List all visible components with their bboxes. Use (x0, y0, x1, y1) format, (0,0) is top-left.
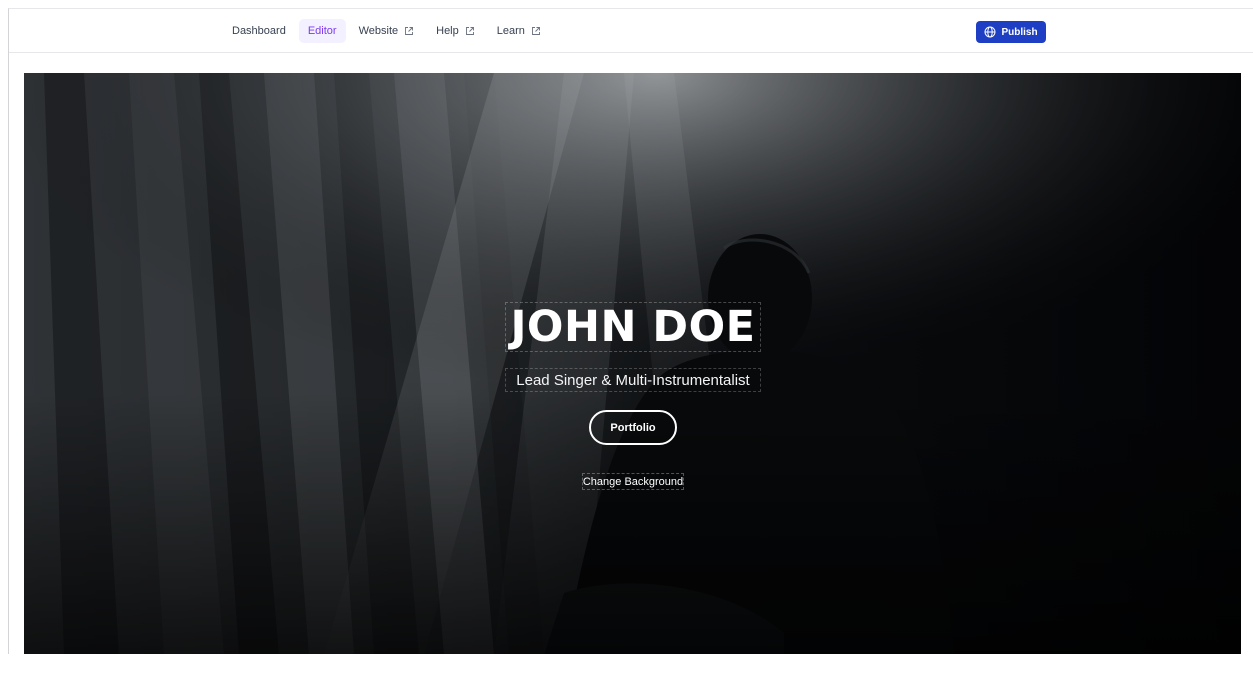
nav-item-help[interactable]: Help (427, 19, 484, 43)
hero-section: JOHN DOE Lead Singer & Multi-Instrumenta… (24, 73, 1241, 654)
nav-item-label: Dashboard (232, 25, 286, 37)
nav-item-label: Editor (307, 25, 337, 37)
hero-title-editable[interactable]: JOHN DOE (505, 302, 761, 352)
nav-item-website[interactable]: Website (350, 19, 424, 43)
nav-item-editor[interactable]: Editor (298, 19, 346, 43)
portfolio-label: Portfolio (610, 421, 656, 434)
portfolio-button[interactable]: Portfolio (589, 410, 677, 445)
globe-icon (984, 26, 996, 38)
hero-overlay (24, 73, 1241, 654)
external-link-icon (465, 27, 474, 35)
nav-item-label: Website (358, 25, 399, 37)
external-link-icon (531, 27, 540, 35)
publish-label: Publish (1001, 26, 1038, 38)
change-background-label: Change Background (582, 475, 684, 488)
top-navigation-bar: Dashboard Editor Website Help Learn Publ… (9, 9, 1253, 53)
nav-item-label: Help (436, 25, 459, 37)
hero-title: JOHN DOE (510, 302, 756, 352)
hero-subtitle: Lead Singer & Multi-Instrumentalist (516, 371, 750, 389)
nav-item-learn[interactable]: Learn (488, 19, 550, 43)
external-link-icon (405, 27, 414, 35)
publish-button[interactable]: Publish (976, 21, 1046, 43)
nav-item-label: Learn (496, 25, 525, 37)
editor-frame: Dashboard Editor Website Help Learn Publ… (8, 8, 1253, 654)
nav-item-dashboard[interactable]: Dashboard (223, 19, 295, 43)
hero-subtitle-editable[interactable]: Lead Singer & Multi-Instrumentalist (505, 368, 761, 392)
change-background-button[interactable]: Change Background (582, 473, 684, 490)
main-nav: Dashboard Editor Website Help Learn (223, 19, 550, 43)
